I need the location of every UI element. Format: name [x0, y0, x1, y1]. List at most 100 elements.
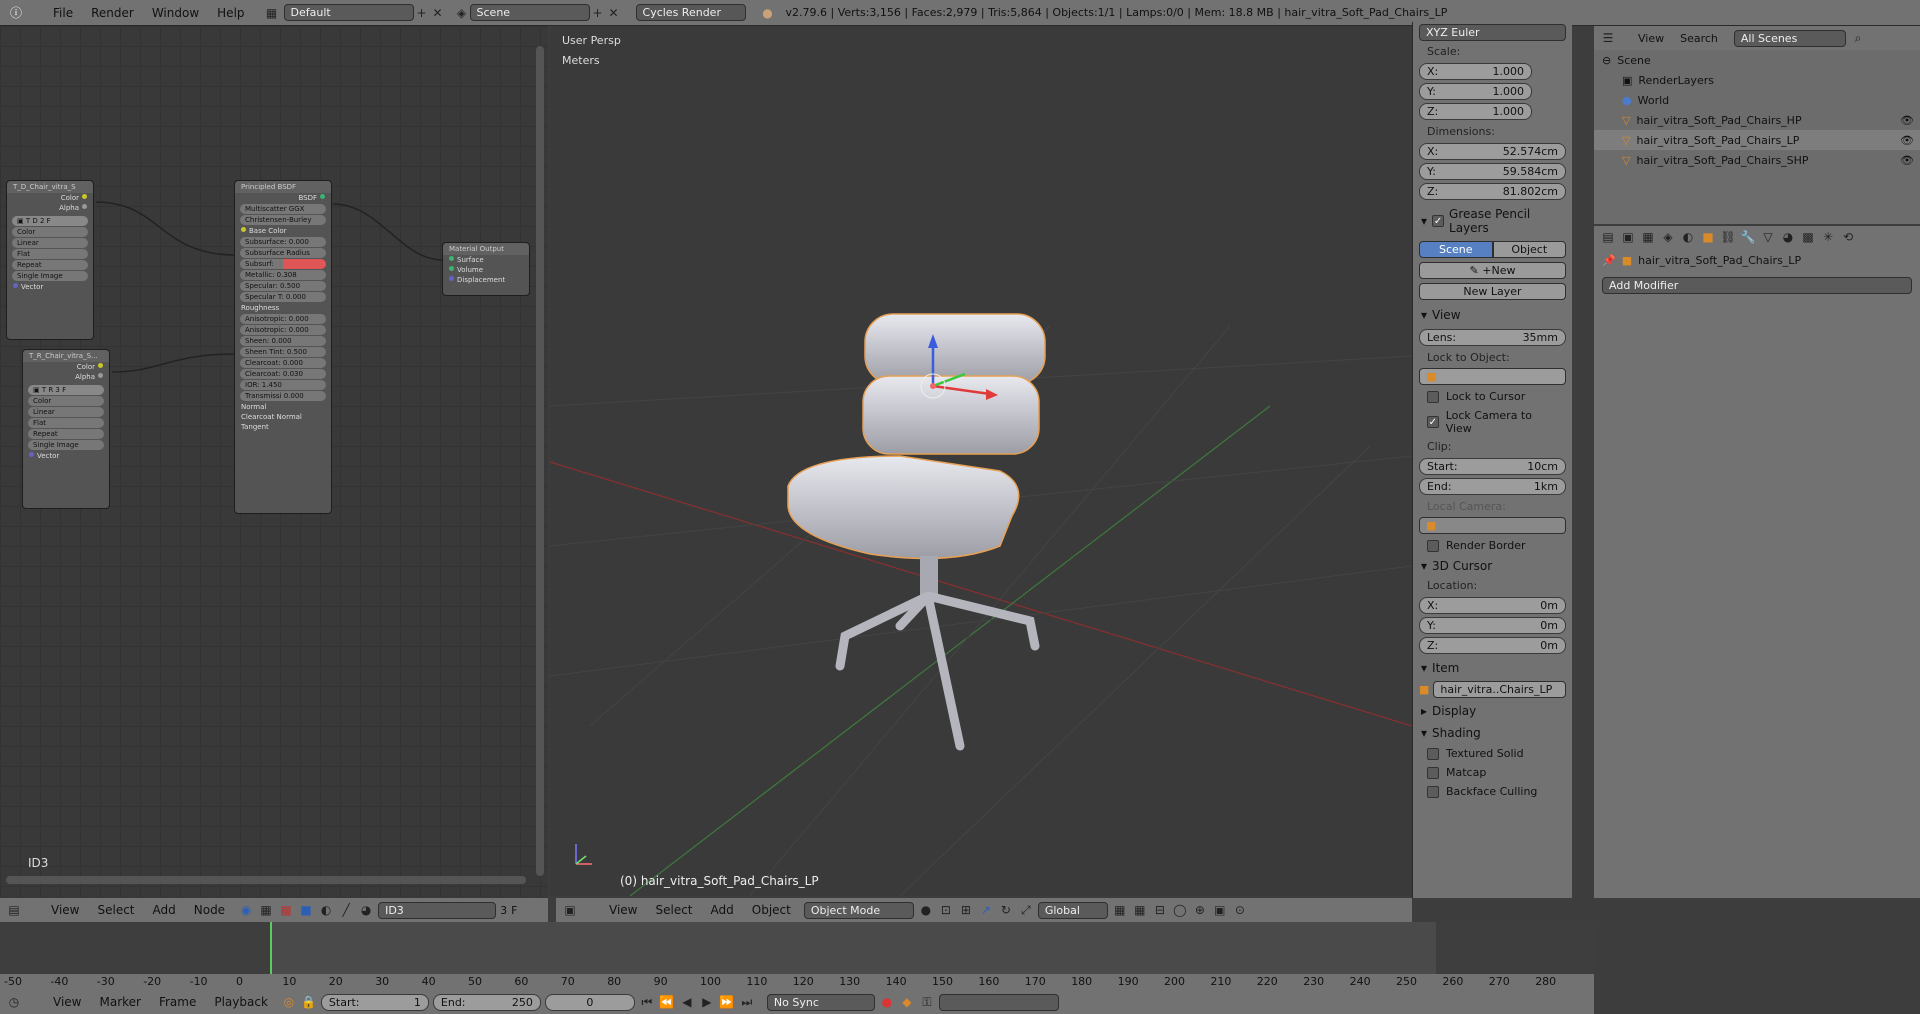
image-texture-node[interactable]: T_R_Chair_vitra_S... Color Alpha ▣ T R 3… — [22, 349, 110, 509]
menu-file[interactable]: File — [44, 6, 82, 20]
cursor-x-field[interactable]: X: 0m — [1419, 597, 1566, 614]
clock-icon[interactable]: ◷ — [6, 994, 22, 1010]
menu-marker[interactable]: Marker — [90, 995, 149, 1009]
editor-type-icon[interactable]: ▤ — [1600, 229, 1616, 245]
checkbox-icon[interactable] — [1427, 747, 1439, 760]
clip-start-field[interactable]: Start: 10cm — [1419, 458, 1566, 475]
record-icon[interactable]: ● — [879, 994, 895, 1010]
lock-to-cursor[interactable]: Lock to Cursor — [1413, 387, 1572, 406]
current-frame-field[interactable]: 0 — [544, 993, 635, 1011]
object-tab-icon[interactable]: ■ — [1700, 229, 1716, 245]
bsdf-param[interactable]: Specular T: 0.000 — [240, 292, 326, 302]
pin-icon[interactable]: 📌 — [1602, 254, 1616, 267]
start-frame-field[interactable]: Start: 1 — [320, 993, 429, 1011]
interpolation-select[interactable]: Linear — [28, 407, 104, 417]
search-icon[interactable]: ⌕ — [1850, 30, 1866, 46]
bsdf-param[interactable]: IOR: 1.450 — [240, 380, 326, 390]
render-engine-select[interactable]: Cycles Render — [635, 4, 746, 21]
keying-set-field[interactable] — [938, 993, 1059, 1011]
menu-add[interactable]: Add — [702, 903, 743, 917]
play-icon[interactable]: ▶ — [699, 994, 715, 1010]
image-toolbar[interactable]: ▣ T R 3 F — [28, 385, 104, 395]
outliner-item-object[interactable]: ▽ hair_vitra_Soft_Pad_Chairs_LP 👁 — [1594, 130, 1920, 150]
checkbox-icon[interactable]: ✓ — [1432, 215, 1445, 227]
principled-bsdf-node[interactable]: Principled BSDF BSDF Multiscatter GGX Ch… — [234, 180, 332, 514]
extension-select[interactable]: Repeat — [28, 429, 104, 439]
checkbox-icon[interactable] — [1427, 766, 1439, 779]
menu-view[interactable]: View — [1638, 32, 1664, 45]
playhead[interactable] — [270, 922, 272, 974]
scale-y-field[interactable]: Y: 1.000 — [1419, 83, 1532, 100]
node-editor[interactable]: T_D_Chair_vitra_S Color Alpha ▣ T D 2 F … — [0, 26, 548, 906]
prev-key-icon[interactable]: ⏪ — [659, 994, 675, 1010]
menu-help[interactable]: Help — [208, 6, 253, 20]
view-section[interactable]: ▾ View — [1413, 304, 1572, 326]
outliner-item-object[interactable]: ▽ hair_vitra_Soft_Pad_Chairs_HP 👁 — [1594, 110, 1920, 130]
layout-field[interactable]: Default — [283, 4, 414, 21]
source-select[interactable]: Single Image — [12, 271, 88, 281]
gp-new-layer-button[interactable]: New Layer — [1419, 283, 1566, 300]
camera-icon[interactable]: ⊙ — [1232, 902, 1248, 918]
next-key-icon[interactable]: ⏩ — [719, 994, 735, 1010]
info-icon[interactable]: ⓘ — [8, 5, 24, 21]
snap-icon[interactable]: ⊕ — [1192, 902, 1208, 918]
socket-icon[interactable] — [241, 227, 246, 232]
vertical-scrollbar[interactable] — [536, 46, 544, 876]
layers-icon[interactable]: ▦ — [1132, 902, 1148, 918]
cursor-z-field[interactable]: Z: 0m — [1419, 637, 1566, 654]
shading-section[interactable]: ▾ Shading — [1413, 722, 1572, 744]
source-select[interactable]: Single Image — [28, 440, 104, 450]
eye-icon[interactable]: 👁 — [1900, 154, 1914, 167]
3d-cursor-section[interactable]: ▾ 3D Cursor — [1413, 555, 1572, 577]
menu-window[interactable]: Window — [143, 6, 208, 20]
scene-icon[interactable]: ◈ — [454, 5, 470, 21]
bsdf-param[interactable]: Sheen Tint: 0.500 — [240, 347, 326, 357]
preview-range-icon[interactable]: ◎ — [281, 994, 297, 1010]
color-space-select[interactable]: Color — [28, 396, 104, 406]
bsdf-param[interactable]: Specular: 0.500 — [240, 281, 326, 291]
socket-icon[interactable] — [82, 194, 87, 199]
world-tab-icon[interactable]: ◐ — [1680, 229, 1696, 245]
outliner-filter-select[interactable]: All Scenes — [1733, 29, 1846, 47]
checkbox-icon[interactable] — [1427, 785, 1439, 798]
socket-icon[interactable] — [449, 276, 454, 281]
bsdf-param[interactable]: Subsurface: 0.000 — [240, 237, 326, 247]
render-tab-icon[interactable]: ▣ — [1620, 229, 1636, 245]
chair-model[interactable] — [750, 306, 1050, 776]
sync-select[interactable]: No Sync — [766, 993, 875, 1011]
material-icon[interactable]: ◕ — [358, 902, 374, 918]
lock-icon[interactable]: ⊟ — [1152, 902, 1168, 918]
jump-end-icon[interactable]: ⏭ — [739, 994, 755, 1010]
backface-culling[interactable]: Backface Culling — [1413, 782, 1572, 801]
object-shader-icon[interactable]: ■ — [298, 902, 314, 918]
menu-node[interactable]: Node — [185, 903, 234, 917]
shader-icon[interactable]: ◉ — [238, 902, 254, 918]
menu-select[interactable]: Select — [646, 903, 701, 917]
menu-view[interactable]: View — [600, 903, 646, 917]
modifier-tab-icon[interactable]: 🔧 — [1740, 229, 1756, 245]
lens-field[interactable]: Lens: 35mm — [1419, 329, 1566, 346]
outliner-item-renderlayers[interactable]: ▣ RenderLayers — [1594, 70, 1920, 90]
shading-icon[interactable]: ● — [918, 902, 934, 918]
subsurface-method-select[interactable]: Christensen-Burley — [240, 215, 326, 225]
compositing-icon[interactable]: ▩ — [278, 902, 294, 918]
lock-camera-to-view[interactable]: ✓ Lock Camera to View — [1413, 406, 1572, 438]
world-icon[interactable]: ◐ — [318, 902, 334, 918]
end-frame-field[interactable]: End: 250 — [432, 993, 541, 1011]
menu-search[interactable]: Search — [1680, 32, 1718, 45]
particles-tab-icon[interactable]: ✳ — [1820, 229, 1836, 245]
socket-icon[interactable] — [449, 266, 454, 271]
scene-field[interactable]: Scene — [469, 4, 590, 21]
timeline[interactable] — [0, 922, 1594, 974]
rotation-mode-select[interactable]: XYZ Euler — [1419, 24, 1566, 41]
scale-z-field[interactable]: Z: 1.000 — [1419, 103, 1532, 120]
menu-frame[interactable]: Frame — [150, 995, 205, 1009]
item-name-field[interactable]: hair_vitra..Chairs_LP — [1433, 681, 1566, 698]
display-section[interactable]: ▸ Display — [1413, 700, 1572, 722]
bsdf-param[interactable]: Clearcoat: 0.000 — [240, 358, 326, 368]
constraints-tab-icon[interactable]: ⛓ — [1720, 229, 1736, 245]
gp-object-button[interactable]: Object — [1492, 241, 1566, 258]
bsdf-param[interactable]: Sheen: 0.000 — [240, 336, 326, 346]
render-border[interactable]: Render Border — [1413, 536, 1572, 555]
editor-type-icon[interactable]: ▣ — [562, 902, 578, 918]
